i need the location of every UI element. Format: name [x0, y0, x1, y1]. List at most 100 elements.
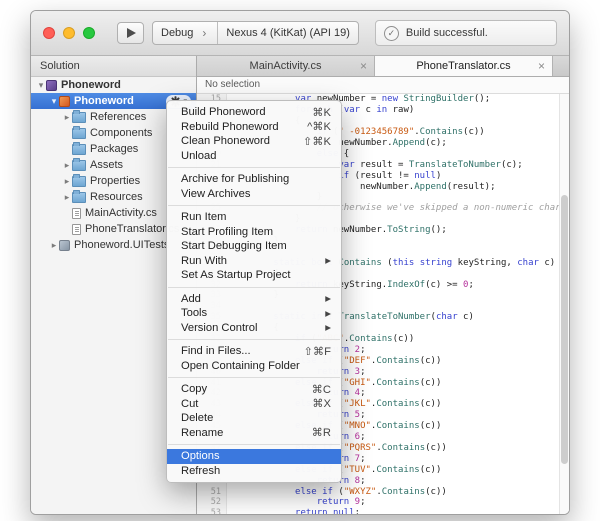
menu-separator — [168, 287, 340, 288]
menu-item-set-as-startup-project[interactable]: Set As Startup Project — [167, 268, 341, 283]
item-label: MainActivity.cs — [85, 207, 157, 219]
disclosure-collapsed-icon[interactable]: ▸ — [62, 192, 72, 203]
solution-pad-header: Solution — [31, 56, 196, 77]
menu-item-label: Add — [181, 293, 315, 305]
item-label: Properties — [90, 175, 140, 187]
menu-item-rebuild-phoneword[interactable]: Rebuild Phoneword ^⌘K — [167, 120, 341, 135]
folder-icon — [72, 144, 86, 155]
submenu-arrow-icon: ▶ — [325, 323, 331, 332]
disclosure-collapsed-icon[interactable]: ▸ — [49, 240, 59, 251]
item-label: Phoneword — [61, 79, 121, 91]
code-line: 51 else if ("WXYZ".Contains(c)) — [197, 486, 569, 497]
menu-separator — [168, 339, 340, 340]
menu-separator — [168, 167, 340, 168]
menu-item-shortcut: ^⌘K — [307, 120, 331, 133]
menu-item-refresh[interactable]: Refresh — [167, 464, 341, 479]
code-line: 52 return 9; — [197, 497, 569, 508]
menu-item-label: Rebuild Phoneword — [181, 121, 297, 133]
project-context-menu: Build Phoneword⌘KRebuild Phoneword ^⌘KCle… — [166, 100, 342, 483]
menu-item-shortcut: ⌘R — [312, 426, 331, 439]
device-label: Nexus 4 (KitKat) (API 19) — [226, 27, 350, 39]
tab-phonetranslator-cs[interactable]: PhoneTranslator.cs× — [375, 56, 553, 76]
menu-item-delete[interactable]: Delete — [167, 411, 341, 426]
menu-item-options[interactable]: Options — [167, 449, 341, 464]
menu-item-find-in-files[interactable]: Find in Files...⇧⌘F — [167, 344, 341, 359]
code-text: else if ("WXYZ".Contains(c)) — [230, 487, 447, 497]
line-number: 53 — [197, 508, 226, 514]
menu-item-label: Delete — [181, 412, 331, 424]
disclosure-expanded-icon[interactable]: ▾ — [36, 80, 46, 91]
configuration-selector[interactable]: Debug › — [153, 22, 217, 44]
menu-item-label: Start Debugging Item — [181, 240, 331, 252]
device-selector[interactable]: Nexus 4 (KitKat) (API 19) — [218, 22, 358, 44]
menu-item-rename[interactable]: Rename⌘R — [167, 426, 341, 441]
menu-item-shortcut: ⌘X — [312, 397, 331, 410]
menu-item-archive-for-publishing[interactable]: Archive for Publishing — [167, 172, 341, 187]
menu-item-label: Archive for Publishing — [181, 173, 331, 185]
solution-icon — [46, 80, 57, 91]
submenu-arrow-icon: ▶ — [325, 256, 331, 265]
titlebar-toolbar: Debug › Nexus 4 (KitKat) (API 19) ✓ Buil… — [31, 11, 569, 56]
menu-item-version-control[interactable]: Version Control ▶ — [167, 321, 341, 336]
menu-item-label: Unload — [181, 150, 331, 162]
breadcrumb-text: No selection — [205, 79, 260, 90]
sidebar-item-phoneword[interactable]: ▾ Phoneword — [31, 77, 196, 93]
play-icon — [127, 28, 136, 38]
menu-item-label: Run Item — [181, 211, 331, 223]
menu-item-start-profiling-item[interactable]: Start Profiling Item — [167, 225, 341, 240]
tab-mainactivity-cs[interactable]: MainActivity.cs× — [197, 56, 375, 76]
solution-pad-title: Solution — [40, 60, 80, 72]
menu-item-open-containing-folder[interactable]: Open Containing Folder — [167, 359, 341, 374]
build-status-bar: ✓ Build successful. — [375, 20, 557, 46]
editor-scrollbar[interactable] — [559, 94, 569, 514]
minimize-window-button[interactable] — [63, 27, 75, 39]
menu-item-label: Options — [181, 450, 331, 462]
menu-item-run-with[interactable]: Run With ▶ — [167, 254, 341, 269]
build-status-text: Build successful. — [406, 27, 488, 39]
menu-item-cut[interactable]: Cut ⌘X — [167, 397, 341, 412]
traffic-lights — [43, 27, 95, 39]
item-label: Components — [90, 127, 152, 139]
breadcrumb[interactable]: No selection — [197, 77, 569, 94]
menu-separator — [168, 377, 340, 378]
item-label: Resources — [90, 191, 143, 203]
menu-item-label: Run With — [181, 255, 315, 267]
item-label: Phoneword.UITests — [74, 239, 169, 251]
code-text: return null; — [230, 508, 360, 514]
menu-item-tools[interactable]: Tools▶ — [167, 306, 341, 321]
folder-icon — [72, 176, 86, 187]
checkmark-icon: ✓ — [384, 26, 399, 41]
menu-item-clean-phoneword[interactable]: Clean Phoneword⇧⌘K — [167, 134, 341, 149]
menu-item-label: View Archives — [181, 188, 331, 200]
menu-item-add[interactable]: Add ▶ — [167, 292, 341, 307]
chevron-right-icon: › — [199, 28, 209, 38]
submenu-arrow-icon: ▶ — [325, 294, 331, 303]
menu-item-run-item[interactable]: Run Item — [167, 210, 341, 225]
menu-item-label: Cut — [181, 398, 302, 410]
disclosure-collapsed-icon[interactable]: ▸ — [62, 112, 72, 123]
menu-item-shortcut: ⇧⌘K — [303, 135, 331, 148]
disclosure-expanded-icon[interactable]: ▾ — [49, 96, 59, 107]
menu-item-label: Build Phoneword — [181, 106, 302, 118]
zoom-window-button[interactable] — [83, 27, 95, 39]
menu-item-copy[interactable]: Copy⌘C — [167, 382, 341, 397]
configuration-label: Debug — [161, 27, 193, 39]
scrollbar-thumb[interactable] — [561, 195, 568, 464]
menu-item-shortcut: ⌘C — [312, 383, 331, 396]
run-button[interactable] — [117, 22, 144, 44]
menu-item-unload[interactable]: Unload — [167, 149, 341, 164]
folder-icon — [72, 192, 86, 203]
menu-item-build-phoneword[interactable]: Build Phoneword⌘K — [167, 105, 341, 120]
disclosure-collapsed-icon[interactable]: ▸ — [62, 176, 72, 187]
close-window-button[interactable] — [43, 27, 55, 39]
disclosure-collapsed-icon[interactable]: ▸ — [62, 160, 72, 171]
menu-item-view-archives[interactable]: View Archives — [167, 187, 341, 202]
csharp-file-icon — [72, 208, 81, 219]
close-tab-icon[interactable]: × — [360, 61, 367, 71]
code-text: return 9; — [230, 497, 365, 507]
close-tab-icon[interactable]: × — [538, 61, 545, 71]
menu-item-label: Tools — [181, 307, 315, 319]
menu-item-start-debugging-item[interactable]: Start Debugging Item — [167, 239, 341, 254]
menu-item-label: Refresh — [181, 465, 331, 477]
menu-item-label: Version Control — [181, 322, 315, 334]
